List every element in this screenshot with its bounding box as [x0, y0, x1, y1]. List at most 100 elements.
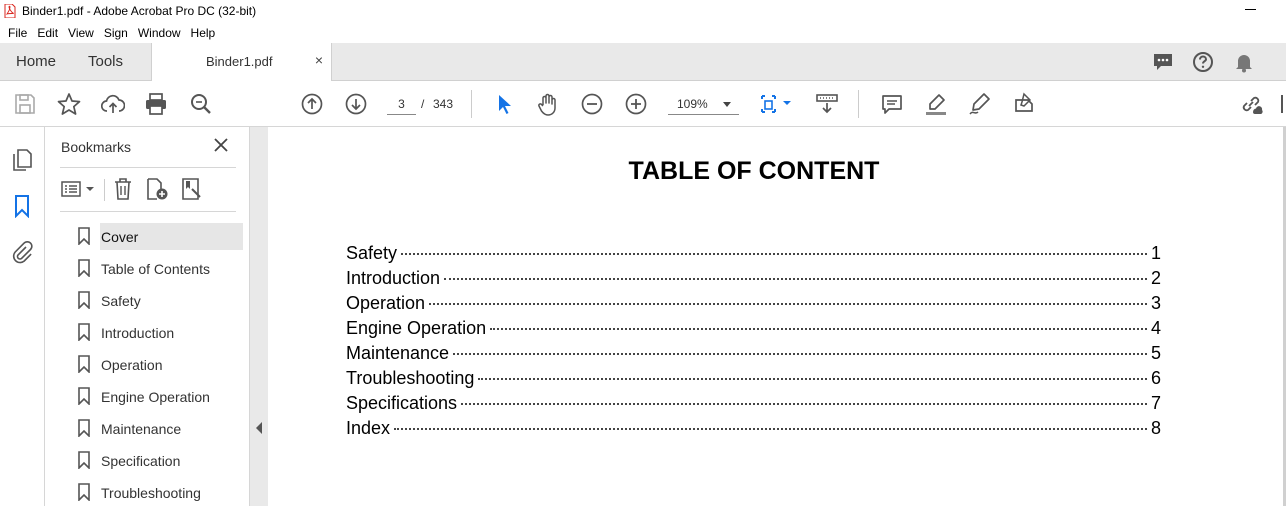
zoom-out-icon[interactable]: [580, 92, 604, 116]
upload-cloud-icon[interactable]: [100, 92, 126, 116]
new-bookmark-icon[interactable]: [145, 177, 169, 201]
toc-entry[interactable]: Specifications 7: [346, 393, 1161, 418]
bookmark-list: Cover Table of Contents Safety Introduction…: [45, 222, 250, 510]
print-icon[interactable]: [144, 92, 168, 116]
tab-tools[interactable]: Tools: [88, 53, 123, 70]
panel-divider: [60, 167, 236, 168]
bookmark-icon: [78, 323, 90, 341]
close-panel-icon[interactable]: [213, 137, 229, 153]
toc-entry-page: 7: [1150, 393, 1161, 413]
bookmark-item[interactable]: Cover: [45, 222, 250, 254]
page-separator: /: [421, 97, 425, 111]
search-icon[interactable]: [189, 92, 213, 116]
bookmark-icon: [78, 227, 90, 245]
table-of-contents: Safety 1 Introduction 2 Operation 3 Engine Ope…: [346, 243, 1161, 443]
bookmark-icon: [78, 419, 90, 437]
toc-entry[interactable]: Maintenance 5: [346, 343, 1161, 368]
toc-leader-dots: [461, 403, 1147, 405]
menu-edit[interactable]: Edit: [32, 26, 63, 40]
comments-icon[interactable]: [1152, 51, 1174, 73]
bookmark-icon: [78, 387, 90, 405]
toc-entry-title: Specifications: [346, 393, 458, 413]
toc-leader-dots: [429, 303, 1147, 305]
attachments-paperclip-icon[interactable]: [11, 240, 33, 264]
toc-entry[interactable]: Index 8: [346, 418, 1161, 443]
tab-document[interactable]: Binder1.pdf ×: [151, 43, 332, 81]
bookmark-item[interactable]: Troubleshooting: [45, 478, 250, 510]
bookmarks-icon[interactable]: [11, 194, 33, 218]
toc-entry-page: 4: [1150, 318, 1161, 338]
toolbar-overflow-edge: [1281, 95, 1283, 113]
toc-entry-title: Safety: [346, 243, 398, 263]
toc-entry-title: Operation: [346, 293, 426, 313]
bookmark-icon: [78, 451, 90, 469]
page-thumbnails-icon[interactable]: [11, 148, 33, 172]
add-comment-icon[interactable]: [880, 92, 904, 116]
bookmark-item[interactable]: Specification: [45, 446, 250, 478]
close-tab-icon[interactable]: ×: [315, 52, 323, 68]
previous-page-icon[interactable]: [300, 92, 324, 116]
bookmark-label: Table of Contents: [101, 261, 210, 277]
save-icon[interactable]: [13, 92, 37, 116]
delete-bookmark-icon[interactable]: [112, 177, 134, 201]
toc-entry[interactable]: Safety 1: [346, 243, 1161, 268]
page-fit-icon[interactable]: [758, 92, 794, 116]
page-number-input[interactable]: 3: [387, 93, 416, 115]
toc-entry-page: 5: [1150, 343, 1161, 363]
bookmark-label: Safety: [101, 293, 141, 309]
menu-help[interactable]: Help: [186, 26, 221, 40]
toc-entry-page: 3: [1150, 293, 1161, 313]
bookmarks-panel: Bookmarks Cover Table of Contents Safety In…: [45, 127, 250, 506]
menu-file[interactable]: File: [3, 26, 32, 40]
highlight-pen-icon[interactable]: [924, 92, 948, 116]
navigation-rail: [0, 127, 45, 506]
window-title: Binder1.pdf - Adobe Acrobat Pro DC (32-b…: [22, 4, 257, 18]
bookmark-label: Engine Operation: [101, 389, 210, 405]
find-bookmark-icon[interactable]: [180, 177, 204, 201]
toc-entry[interactable]: Engine Operation 4: [346, 318, 1161, 343]
toc-entry[interactable]: Introduction 2: [346, 268, 1161, 293]
zoom-level-select[interactable]: 109%: [668, 93, 739, 115]
scroll-mode-icon[interactable]: [815, 92, 839, 116]
minimize-button[interactable]: [1245, 9, 1256, 10]
bookmark-item[interactable]: Introduction: [45, 318, 250, 350]
bookmark-item[interactable]: Engine Operation: [45, 382, 250, 414]
total-pages: 343: [433, 97, 454, 111]
help-icon[interactable]: [1192, 51, 1214, 73]
toc-leader-dots: [444, 278, 1147, 280]
toc-entry-title: Introduction: [346, 268, 441, 288]
draw-pen-icon[interactable]: [968, 92, 992, 116]
menu-window[interactable]: Window: [133, 26, 186, 40]
tab-home[interactable]: Home: [16, 53, 56, 70]
notifications-bell-icon[interactable]: [1233, 51, 1255, 73]
bookmark-icon: [78, 259, 90, 277]
menu-view[interactable]: View: [63, 26, 99, 40]
bookmark-star-icon[interactable]: [57, 92, 81, 116]
bookmark-item[interactable]: Maintenance: [45, 414, 250, 446]
toc-leader-dots: [401, 253, 1147, 255]
hand-tool-icon[interactable]: [536, 92, 560, 116]
panel-collapse-strip[interactable]: [250, 127, 268, 506]
bookmark-icon: [78, 291, 90, 309]
document-view[interactable]: TABLE OF CONTENT Safety 1 Introduction 2 Ope…: [268, 127, 1286, 506]
toc-leader-dots: [453, 353, 1147, 355]
main-toolbar: 3 / 343 109%: [0, 81, 1286, 127]
toc-entry[interactable]: Troubleshooting 6: [346, 368, 1161, 393]
bookmark-options-icon[interactable]: [61, 177, 95, 201]
toolbar-divider: [471, 90, 472, 118]
panel-divider: [60, 211, 236, 212]
bookmark-item[interactable]: Safety: [45, 286, 250, 318]
toc-entry[interactable]: Operation 3: [346, 293, 1161, 318]
toc-leader-dots: [490, 328, 1147, 330]
toc-leader-dots: [478, 378, 1147, 380]
bookmark-label: Troubleshooting: [101, 485, 201, 501]
menu-sign[interactable]: Sign: [99, 26, 133, 40]
fill-sign-icon[interactable]: [1012, 92, 1036, 116]
collapse-arrow-icon[interactable]: [256, 422, 262, 434]
next-page-icon[interactable]: [344, 92, 368, 116]
bookmark-item[interactable]: Operation: [45, 350, 250, 382]
zoom-in-icon[interactable]: [624, 92, 648, 116]
bookmark-item[interactable]: Table of Contents: [45, 254, 250, 286]
share-link-icon[interactable]: [1239, 92, 1263, 116]
select-cursor-icon[interactable]: [492, 92, 516, 116]
